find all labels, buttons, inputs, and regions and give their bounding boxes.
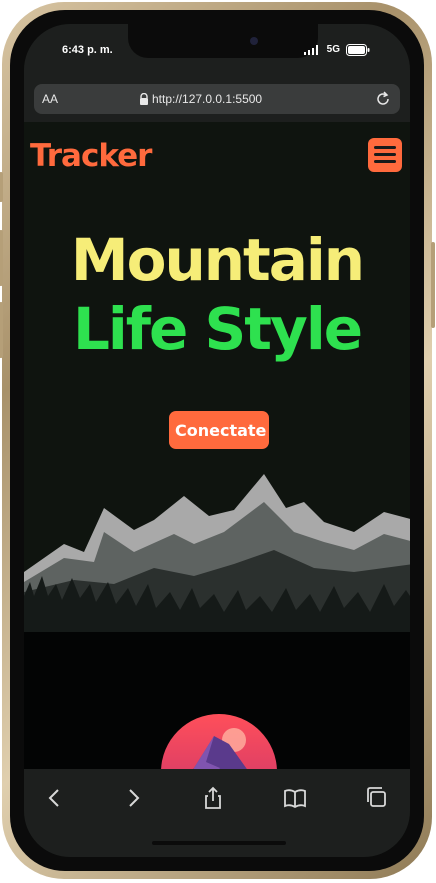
home-indicator[interactable] [152,841,286,845]
phone-frame: 6:43 p. m. 5G AA http://127.0.0.1:5500 T… [0,2,435,879]
reload-icon[interactable] [374,90,392,108]
url-text[interactable]: http://127.0.0.1:5500 [152,92,262,106]
menu-line [374,153,396,156]
tabs-icon[interactable] [364,785,390,811]
network-label: 5G [326,44,340,55]
web-page: Tracker Mountain Life Style Conectate [24,122,410,769]
bookmarks-icon[interactable] [282,785,308,811]
camera [250,37,258,45]
signal-icon [304,45,318,55]
notch [128,24,318,58]
bezel: 6:43 p. m. 5G AA http://127.0.0.1:5500 T… [10,10,424,871]
lock-icon [140,93,148,105]
share-icon[interactable] [200,785,226,811]
mountain-illustration [24,472,410,769]
battery-icon [346,44,370,56]
connect-button[interactable]: Conectate [169,411,269,449]
text-size-button[interactable]: AA [42,92,58,106]
browser-toolbar [24,769,410,857]
hamburger-menu-button[interactable] [368,138,402,172]
menu-line [374,146,396,149]
address-bar[interactable]: AA http://127.0.0.1:5500 [34,84,400,114]
back-icon[interactable] [42,785,68,811]
forward-icon[interactable] [120,785,146,811]
status-bar: 6:43 p. m. 5G [24,24,410,76]
hero-title-line1: Mountain [70,226,365,294]
volume-down-button [0,302,3,358]
power-button [431,242,435,328]
menu-line [374,160,396,163]
status-time: 6:43 p. m. [62,44,113,56]
browser-address-area: AA http://127.0.0.1:5500 [24,76,410,122]
hero-title-line2: Life Style [72,295,363,363]
brand-logo[interactable]: Tracker [30,138,152,174]
screen: 6:43 p. m. 5G AA http://127.0.0.1:5500 T… [24,24,410,857]
mute-switch [0,172,3,202]
volume-up-button [0,230,3,286]
